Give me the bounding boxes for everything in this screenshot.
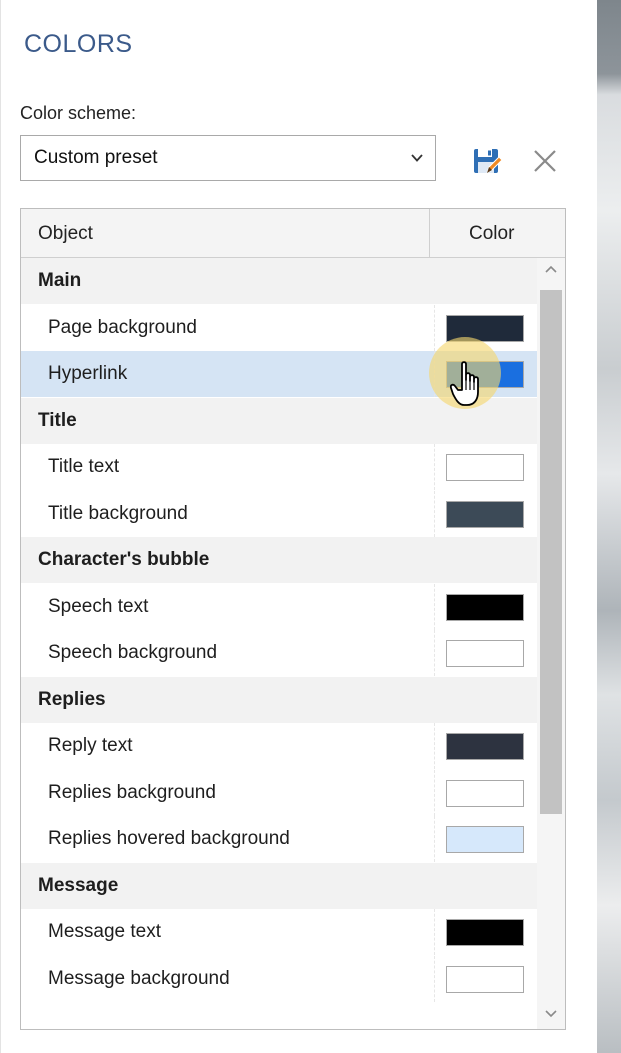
color-swatch[interactable]	[446, 733, 524, 760]
chevron-down-icon[interactable]	[545, 1009, 557, 1019]
color-swatch[interactable]	[446, 919, 524, 946]
group-row-character-s-bubble: Character's bubble	[21, 537, 537, 583]
cell-divider	[434, 630, 435, 676]
color-swatch[interactable]	[446, 640, 524, 667]
column-header-object: Object	[38, 223, 93, 244]
color-swatch[interactable]	[446, 966, 524, 993]
cell-divider	[434, 770, 435, 816]
close-icon[interactable]	[531, 147, 559, 175]
object-label: Hyperlink	[48, 363, 128, 384]
object-label: Reply text	[48, 735, 133, 756]
color-scheme-value: Custom preset	[34, 147, 158, 168]
color-row-title-text[interactable]: Title text	[21, 444, 537, 490]
chevron-up-icon[interactable]	[545, 264, 557, 274]
color-swatch[interactable]	[446, 501, 524, 528]
object-label: Page background	[48, 317, 197, 338]
color-table: Object Color Main Page background Hyperlin…	[20, 208, 566, 1030]
object-label: Replies hovered background	[48, 828, 290, 849]
object-label: Replies background	[48, 782, 216, 803]
cell-divider	[434, 909, 435, 955]
panel-title: COLORS	[24, 30, 133, 58]
colors-panel: COLORS Color scheme: Custom preset Objec…	[0, 0, 597, 1053]
group-row-message: Message	[21, 863, 537, 909]
object-label: Speech background	[48, 642, 218, 663]
cell-divider	[434, 584, 435, 630]
object-label: Message text	[48, 921, 161, 942]
cell-divider	[434, 305, 435, 351]
background-image	[596, 0, 621, 1053]
color-swatch[interactable]	[446, 594, 524, 621]
cell-divider	[434, 723, 435, 769]
group-row-replies: Replies	[21, 677, 537, 723]
group-label: Main	[38, 270, 82, 291]
scrollbar-thumb[interactable]	[540, 290, 562, 814]
group-label: Title	[38, 410, 77, 431]
color-row-speech-text[interactable]: Speech text	[21, 584, 537, 630]
group-label: Message	[38, 875, 119, 896]
color-row-message-background[interactable]: Message background	[21, 956, 537, 1002]
color-row-title-background[interactable]: Title background	[21, 491, 537, 537]
object-label: Message background	[48, 968, 230, 989]
object-label: Title text	[48, 456, 120, 477]
color-scheme-label: Color scheme:	[20, 103, 137, 123]
color-swatch[interactable]	[446, 454, 524, 481]
group-label: Replies	[38, 689, 106, 710]
group-row-main: Main	[21, 258, 537, 304]
save-preset-icon[interactable]	[473, 146, 503, 176]
cell-divider	[434, 491, 435, 537]
cell-divider	[434, 816, 435, 862]
color-row-message-text[interactable]: Message text	[21, 909, 537, 955]
color-row-speech-background[interactable]: Speech background	[21, 630, 537, 676]
group-label: Character's bubble	[38, 549, 210, 570]
color-row-replies-background[interactable]: Replies background	[21, 770, 537, 816]
cell-divider	[434, 444, 435, 490]
color-row-replies-hovered-background[interactable]: Replies hovered background	[21, 816, 537, 862]
hand-cursor-icon	[450, 361, 479, 406]
object-label: Title background	[48, 503, 188, 524]
scrollbar[interactable]	[537, 258, 565, 1029]
chevron-down-icon	[411, 154, 423, 162]
color-scheme-dropdown[interactable]: Custom preset	[20, 135, 436, 181]
color-row-reply-text[interactable]: Reply text	[21, 723, 537, 769]
table-header: Object Color	[21, 209, 565, 258]
color-swatch[interactable]	[446, 826, 524, 853]
color-swatch[interactable]	[446, 780, 524, 807]
column-divider	[429, 209, 430, 257]
column-header-color: Color	[469, 223, 515, 244]
object-label: Speech text	[48, 596, 149, 617]
cell-divider	[434, 956, 435, 1002]
